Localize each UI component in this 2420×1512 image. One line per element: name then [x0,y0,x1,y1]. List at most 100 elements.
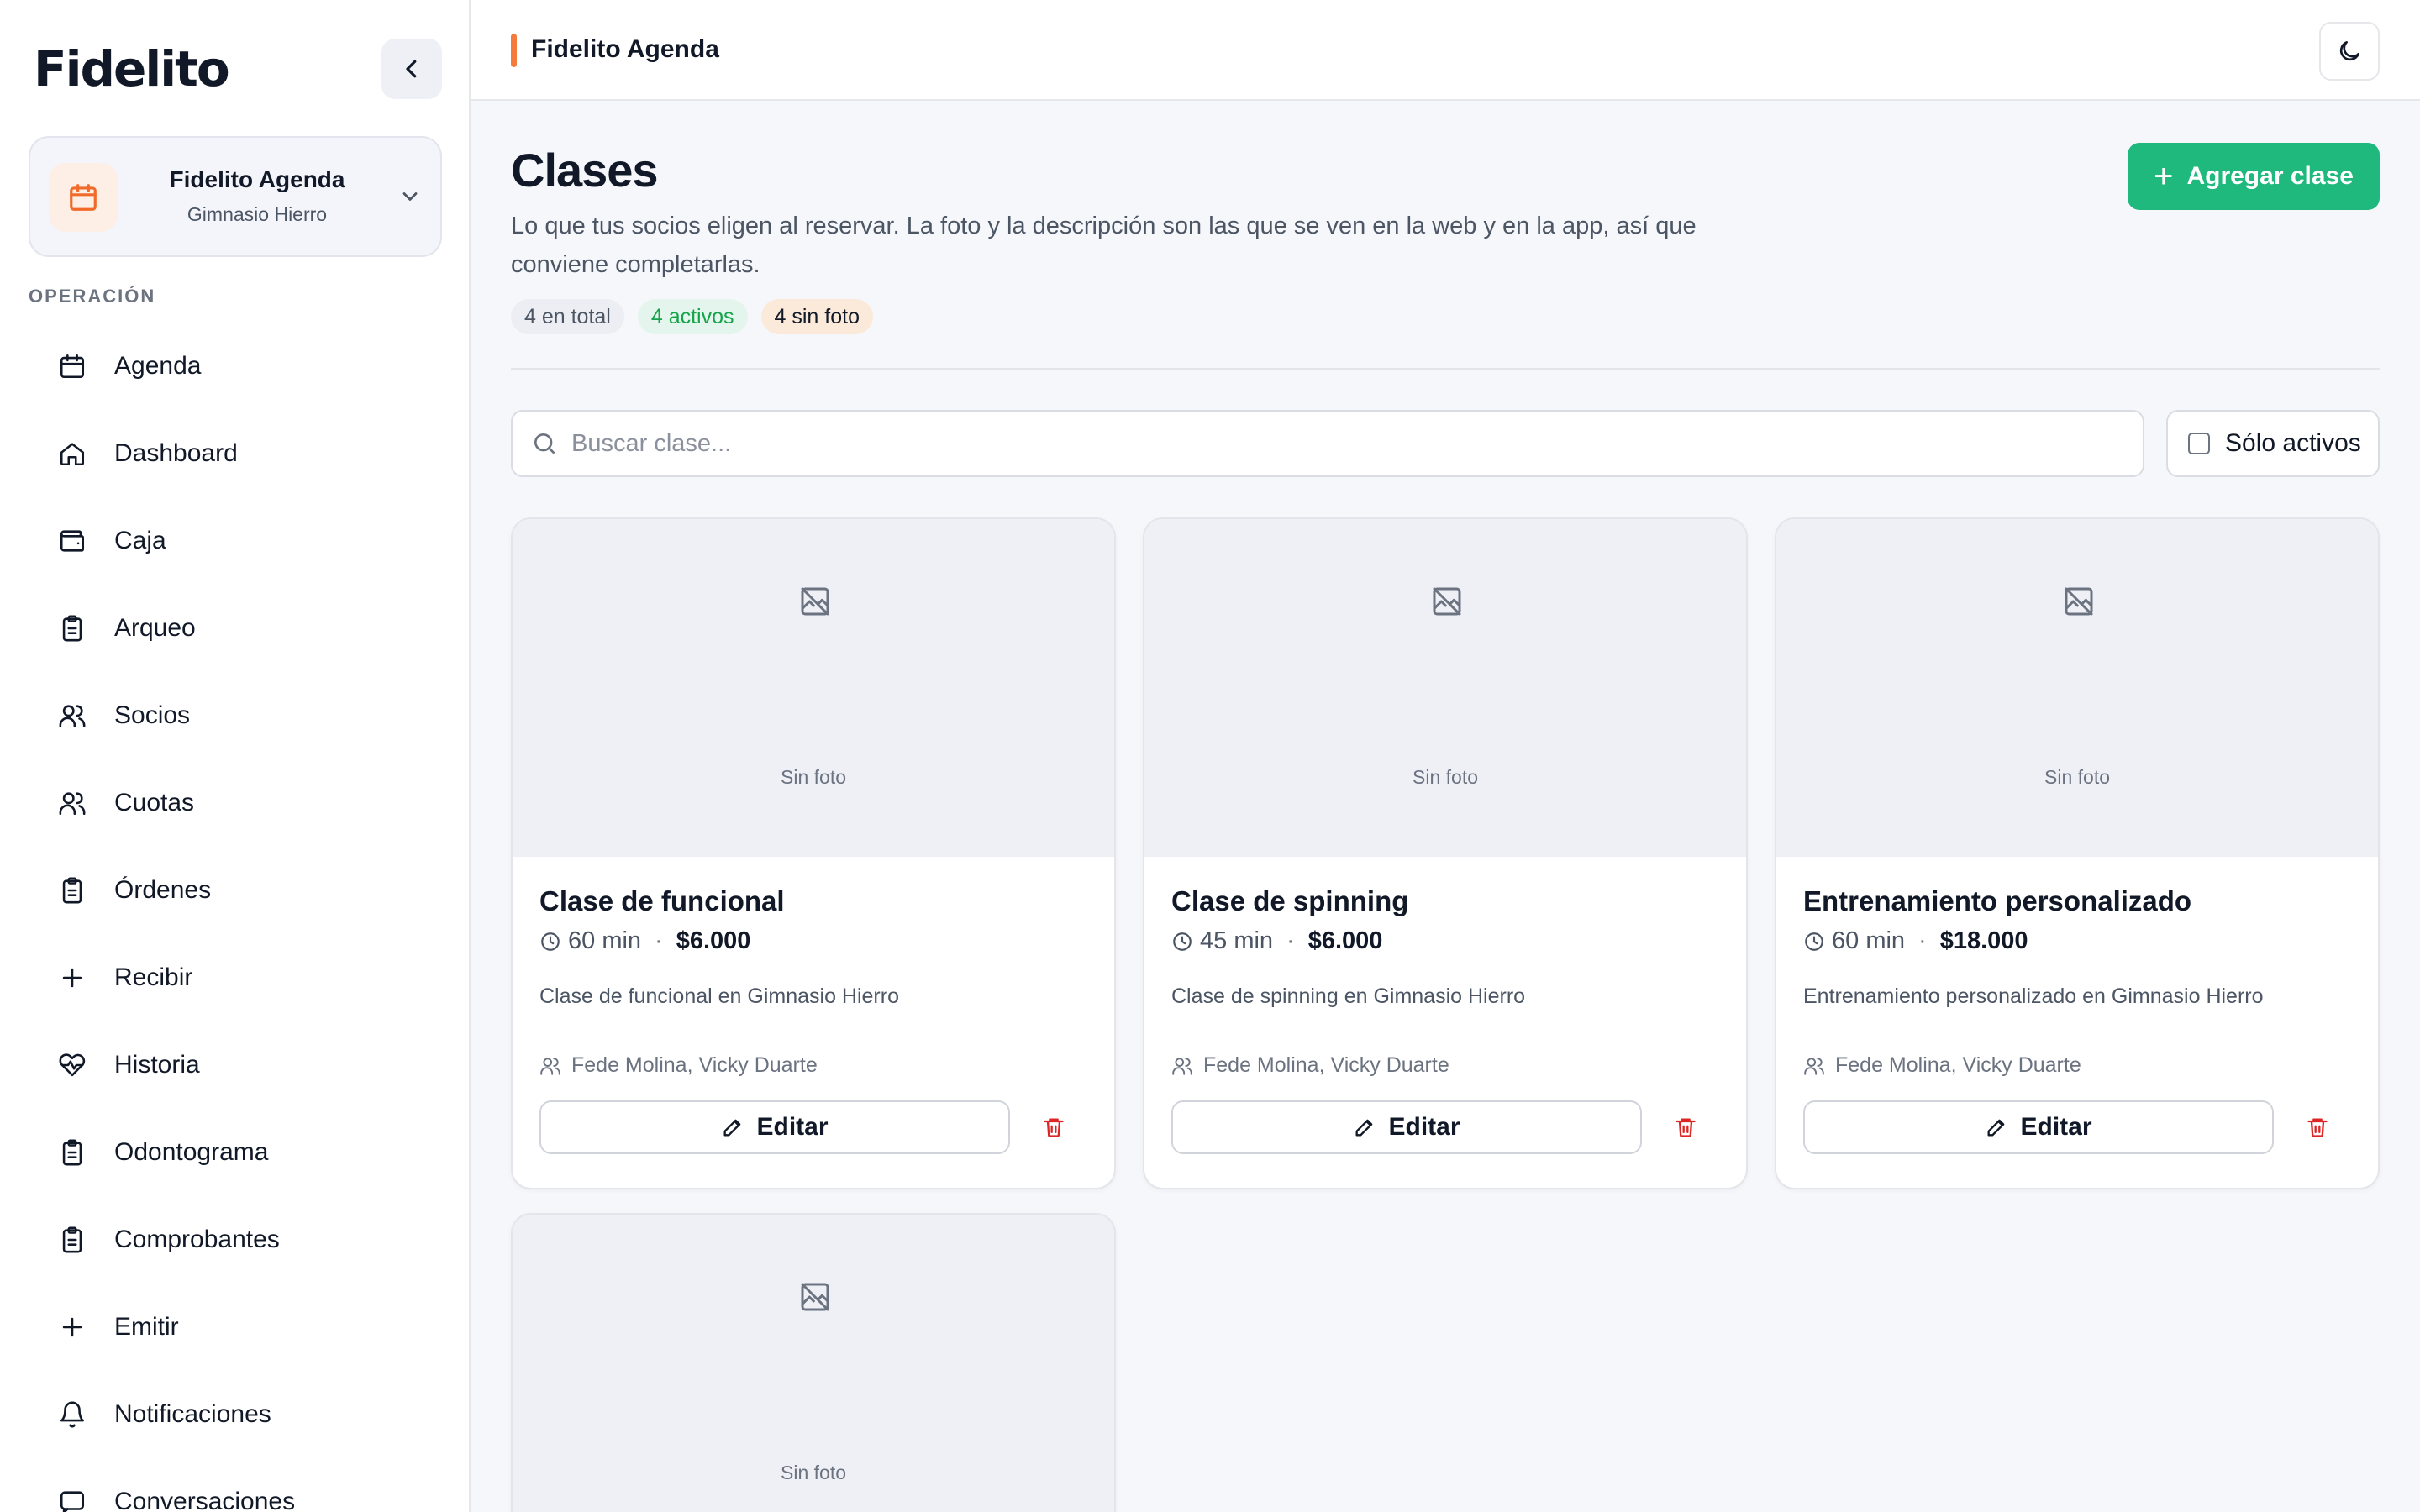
class-staff: Fede Molina, Vicky Duarte [1171,1053,1449,1078]
sidebar-item-label: Comprobantes [114,1226,280,1253]
calendar-icon [57,351,87,381]
class-staff-names: Fede Molina, Vicky Duarte [1203,1053,1449,1077]
class-duration: 60 min [568,927,642,954]
class-photo-placeholder[interactable]: Sin foto [513,1215,1114,1512]
sidebar-item-label: Conversaciones [114,1488,296,1512]
sidebar-item-historia[interactable]: Historia [29,1021,442,1109]
class-meta: 60 min · $18.000 [1803,927,2028,955]
theme-toggle-button[interactable] [2319,22,2380,81]
organization-switcher[interactable]: Fidelito Agenda Gimnasio Hierro [29,136,442,257]
clock-icon [541,932,560,951]
users-icon [1804,1057,1824,1075]
class-title: Entrenamiento personalizado [1803,885,2192,916]
org-subtitle: Gimnasio Hierro [187,203,328,225]
photo-missing-label: Sin foto [781,766,846,788]
plus-icon [57,963,87,993]
sidebar-item-notificaciones[interactable]: Notificaciones [29,1371,442,1458]
image-off-icon [1433,587,1461,616]
heart-pulse-icon [57,1050,87,1080]
bell-icon [57,1399,87,1430]
class-duration: 60 min [1832,927,1906,954]
class-price: $6.000 [1307,927,1383,954]
edit-label: Editar [2020,1113,2092,1141]
sidebar-item-agenda[interactable]: Agenda [29,323,442,410]
delete-class-button[interactable] [1667,1109,1704,1146]
sidebar-item-label: Arqueo [114,614,196,642]
delete-class-button[interactable] [1035,1109,1072,1146]
sidebar-item-label: Caja [114,527,166,554]
trash-icon [1676,1118,1696,1137]
only-active-label: Sólo activos [2225,429,2361,457]
sidebar-item-ordenes[interactable]: Órdenes [29,847,442,934]
clipboard-icon [57,875,87,906]
sidebar-item-dashboard[interactable]: Dashboard [29,410,442,497]
image-off-icon [801,1283,829,1311]
sidebar-item-label: Socios [114,701,191,729]
clock-icon [1805,932,1823,951]
only-active-filter[interactable]: Sólo activos [2166,410,2380,477]
class-staff: Fede Molina, Vicky Duarte [1803,1053,2081,1078]
chevron-down-icon [402,192,418,201]
sidebar-item-comprobantes[interactable]: Comprobantes [29,1196,442,1284]
section-label-operacion: OPERACIÓN [29,286,156,307]
divider [511,368,2380,370]
class-photo-placeholder[interactable]: Sin foto [1776,519,2378,857]
class-card: Sin foto Clase de spinning 45 min · $6.0… [1143,517,1748,1189]
sidebar-item-caja[interactable]: Caja [29,497,442,585]
trash-icon [2307,1118,2328,1137]
sidebar-item-label: Odontograma [114,1138,269,1166]
separator-dot: · [1286,927,1295,954]
image-off-icon [801,587,829,616]
class-meta: 60 min · $6.000 [539,927,750,955]
logo-text: Fidelito [34,40,230,97]
chevron-left-icon [406,60,417,78]
sidebar-item-conversaciones[interactable]: Conversaciones [29,1458,442,1512]
separator-dot: · [655,927,663,954]
sidebar-item-label: Agenda [114,352,202,380]
users-icon [540,1057,560,1075]
app-logo[interactable]: Fidelito [34,37,230,101]
edit-label: Editar [756,1113,829,1141]
edit-label: Editar [1388,1113,1460,1141]
photo-missing-label: Sin foto [781,1462,846,1483]
sidebar-item-recibir[interactable]: Recibir [29,934,442,1021]
collapse-sidebar-button[interactable] [381,39,442,99]
sidebar-item-socios[interactable]: Socios [29,672,442,759]
class-photo-placeholder[interactable]: Sin foto [1144,519,1746,857]
sidebar-item-emitir[interactable]: Emitir [29,1284,442,1371]
pencil-icon [1987,1119,2005,1137]
edit-class-button[interactable]: Editar [1803,1100,2274,1154]
sidebar-item-odontograma[interactable]: Odontograma [29,1109,442,1196]
class-title: Clase de funcional [539,885,785,916]
sidebar: Fidelito Fidelito Agenda Gimnasio Hierro… [0,0,471,1512]
sidebar-item-label: Dashboard [114,439,238,467]
delete-class-button[interactable] [2299,1109,2336,1146]
class-description: Entrenamiento personalizado en Gimnasio … [1803,984,2264,1008]
class-photo-placeholder[interactable]: Sin foto [513,519,1114,857]
add-class-label: Agregar clase [2186,162,2354,190]
edit-class-button[interactable]: Editar [539,1100,1010,1154]
sidebar-item-arqueo[interactable]: Arqueo [29,585,442,672]
class-duration: 45 min [1200,927,1274,954]
search-input[interactable] [571,429,2143,458]
pencil-icon [1355,1119,1373,1137]
class-card: Sin foto Entrenamiento personalizado 60 … [1775,517,2380,1189]
only-active-checkbox[interactable] [2188,433,2210,454]
clipboard-icon [57,1225,87,1255]
add-class-button[interactable]: + Agregar clase [2128,143,2380,210]
trash-icon [1044,1118,1064,1137]
page-description: Lo que tus socios eligen al reservar. La… [511,213,1697,278]
class-staff: Fede Molina, Vicky Duarte [539,1053,818,1078]
sidebar-item-label: Cuotas [114,789,195,816]
moon-icon [2339,41,2360,61]
edit-class-button[interactable]: Editar [1171,1100,1642,1154]
clock-icon [1173,932,1192,951]
users-icon [57,788,87,818]
sidebar-nav: Agenda Dashboard Caja Arqueo Socios Cuot… [29,323,442,1512]
sidebar-item-label: Historia [114,1051,200,1079]
photo-missing-label: Sin foto [2044,766,2110,788]
class-meta: 45 min · $6.000 [1171,927,1382,955]
clipboard-icon [57,1137,87,1168]
sidebar-item-cuotas[interactable]: Cuotas [29,759,442,847]
class-price: $6.000 [676,927,751,954]
